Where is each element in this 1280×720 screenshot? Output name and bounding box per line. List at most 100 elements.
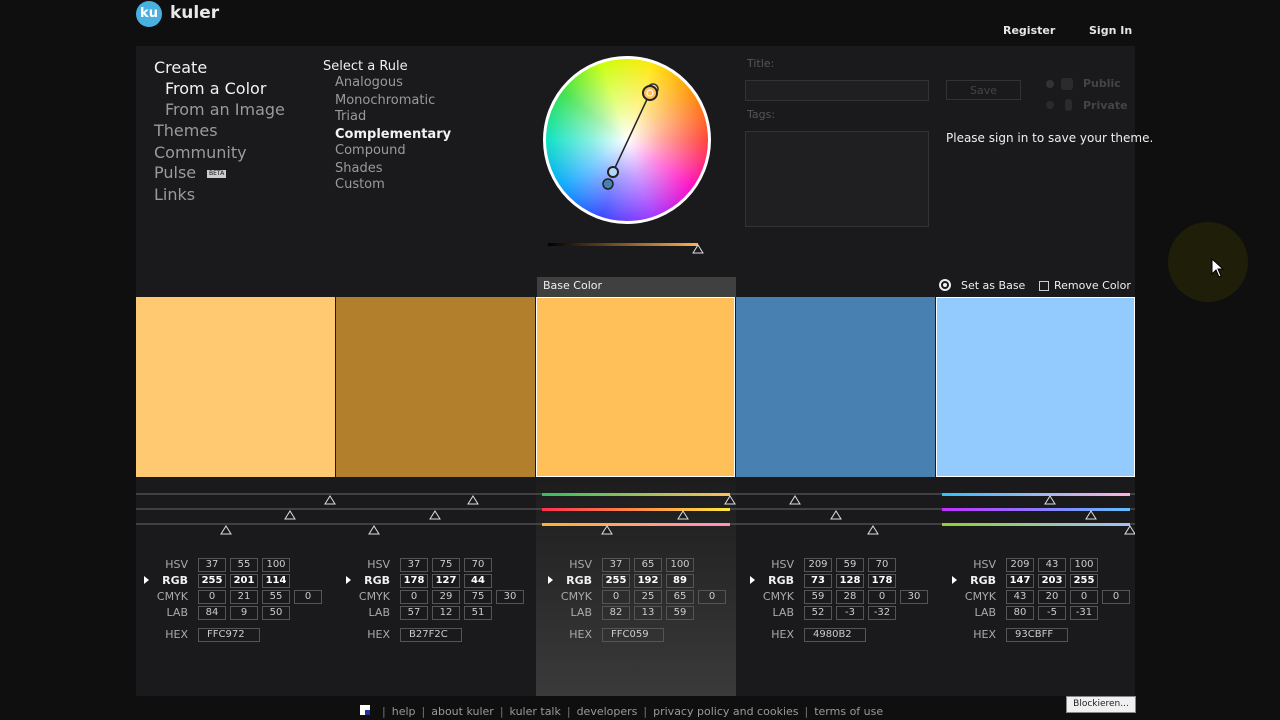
- set-as-base-button[interactable]: Set as Base: [961, 279, 1025, 292]
- lab-l-field[interactable]: 52: [804, 606, 832, 620]
- cmyk-y-field[interactable]: 55: [262, 590, 290, 604]
- hex-field[interactable]: FFC972: [198, 628, 260, 642]
- cmyk-m-field[interactable]: 25: [634, 590, 662, 604]
- lab-l-field[interactable]: 80: [1006, 606, 1034, 620]
- rgb-b-field[interactable]: 89: [666, 574, 694, 588]
- save-button[interactable]: Save: [946, 80, 1021, 100]
- hsv-h-field[interactable]: 209: [804, 558, 832, 572]
- slider-handle-5a[interactable]: [1044, 495, 1056, 505]
- lab-a-field[interactable]: 13: [634, 606, 662, 620]
- rule-triad[interactable]: Triad: [335, 109, 366, 124]
- kuler-logo-text[interactable]: kuler: [170, 3, 219, 23]
- slider-handle-1b[interactable]: [284, 510, 296, 520]
- rgb-r-field[interactable]: 73: [804, 574, 832, 588]
- cmyk-k-field[interactable]: 0: [698, 590, 726, 604]
- hsv-v-field[interactable]: 70: [464, 558, 492, 572]
- cmyk-m-field[interactable]: 21: [230, 590, 258, 604]
- base-slider-r[interactable]: [542, 493, 730, 496]
- lab-b-field[interactable]: 51: [464, 606, 492, 620]
- hsv-s-field[interactable]: 43: [1038, 558, 1066, 572]
- rule-shades[interactable]: Shades: [335, 161, 382, 176]
- hex-field[interactable]: B27F2C: [400, 628, 462, 642]
- hsv-v-field[interactable]: 100: [666, 558, 694, 572]
- cmyk-c-field[interactable]: 0: [400, 590, 428, 604]
- nav-themes[interactable]: Themes: [154, 121, 218, 140]
- rgb-b-field[interactable]: 114: [262, 574, 290, 588]
- hsv-v-field[interactable]: 100: [1070, 558, 1098, 572]
- swatch5-slider-b[interactable]: [942, 523, 1130, 526]
- rgb-g-field[interactable]: 127: [432, 574, 460, 588]
- color-swatch-4[interactable]: [736, 297, 935, 477]
- rgb-b-field[interactable]: 255: [1070, 574, 1098, 588]
- slider-handle-1c[interactable]: [220, 525, 232, 535]
- footer-link-kuler-talk[interactable]: kuler talk: [510, 705, 561, 718]
- color-swatch-3-base[interactable]: [536, 297, 735, 477]
- rgb-r-field[interactable]: 255: [198, 574, 226, 588]
- lab-a-field[interactable]: 12: [432, 606, 460, 620]
- cmyk-y-field[interactable]: 0: [1070, 590, 1098, 604]
- rule-compound[interactable]: Compound: [335, 143, 406, 158]
- swatch5-slider-g[interactable]: [942, 508, 1130, 511]
- hex-field[interactable]: 4980B2: [804, 628, 866, 642]
- rgb-g-field[interactable]: 192: [634, 574, 662, 588]
- lab-l-field[interactable]: 57: [400, 606, 428, 620]
- rule-complementary[interactable]: Complementary: [335, 127, 451, 142]
- rule-analogous[interactable]: Analogous: [335, 75, 403, 90]
- nav-links[interactable]: Links: [154, 185, 195, 204]
- hex-field[interactable]: 93CBFF: [1006, 628, 1068, 642]
- base-slider-g[interactable]: [542, 508, 730, 511]
- wheel-marker-4[interactable]: [602, 178, 614, 190]
- cmyk-m-field[interactable]: 28: [836, 590, 864, 604]
- sign-in-link[interactable]: Sign In: [1089, 24, 1132, 37]
- lab-b-field[interactable]: 59: [666, 606, 694, 620]
- slider-handle-3b[interactable]: [677, 510, 689, 520]
- hsv-s-field[interactable]: 55: [230, 558, 258, 572]
- tags-textarea[interactable]: [745, 131, 929, 227]
- slider-handle-3c[interactable]: [601, 525, 613, 535]
- wheel-marker-3[interactable]: [607, 166, 619, 178]
- footer-logo-icon[interactable]: [360, 705, 370, 715]
- lab-l-field[interactable]: 82: [602, 606, 630, 620]
- nav-from-an-image[interactable]: From an Image: [165, 100, 285, 119]
- rgb-g-field[interactable]: 203: [1038, 574, 1066, 588]
- kuler-logo-badge[interactable]: ku: [136, 1, 162, 27]
- nav-community[interactable]: Community: [154, 143, 247, 162]
- slider-handle-4a[interactable]: [789, 495, 801, 505]
- hsv-s-field[interactable]: 75: [432, 558, 460, 572]
- nav-from-a-color[interactable]: From a Color: [165, 79, 266, 98]
- hsv-v-field[interactable]: 70: [868, 558, 896, 572]
- color-swatch-2[interactable]: [336, 297, 535, 477]
- rgb-b-field[interactable]: 44: [464, 574, 492, 588]
- rgb-r-field[interactable]: 147: [1006, 574, 1034, 588]
- hex-field[interactable]: FFC059: [602, 628, 664, 642]
- lab-a-field[interactable]: -3: [836, 606, 864, 620]
- lab-b-field[interactable]: 50: [262, 606, 290, 620]
- nav-pulse[interactable]: Pulse: [154, 163, 196, 182]
- slider-handle-5b[interactable]: [1085, 510, 1097, 520]
- remove-color-button[interactable]: Remove Color: [1054, 279, 1131, 292]
- rgb-r-field[interactable]: 255: [602, 574, 630, 588]
- color-wheel-markers[interactable]: [543, 56, 711, 224]
- cmyk-k-field[interactable]: 0: [294, 590, 322, 604]
- cmyk-k-field[interactable]: 30: [496, 590, 524, 604]
- rgb-g-field[interactable]: 128: [836, 574, 864, 588]
- public-radio[interactable]: [1046, 80, 1054, 88]
- hsv-s-field[interactable]: 65: [634, 558, 662, 572]
- slider-handle-2c[interactable]: [368, 525, 380, 535]
- cmyk-c-field[interactable]: 0: [602, 590, 630, 604]
- cmyk-y-field[interactable]: 0: [868, 590, 896, 604]
- slider-handle-2a[interactable]: [467, 495, 479, 505]
- brightness-slider-track[interactable]: [548, 243, 698, 246]
- cmyk-c-field[interactable]: 59: [804, 590, 832, 604]
- cmyk-k-field[interactable]: 30: [900, 590, 928, 604]
- blockieren-button[interactable]: Blockieren...: [1066, 696, 1136, 713]
- footer-link-developers[interactable]: developers: [577, 705, 638, 718]
- hsv-v-field[interactable]: 100: [262, 558, 290, 572]
- brightness-slider-handle[interactable]: [692, 244, 704, 254]
- slider-handle-4c[interactable]: [867, 525, 879, 535]
- lab-b-field[interactable]: -32: [868, 606, 896, 620]
- register-link[interactable]: Register: [1003, 24, 1055, 37]
- cmyk-k-field[interactable]: 0: [1102, 590, 1130, 604]
- hsv-h-field[interactable]: 37: [400, 558, 428, 572]
- lab-a-field[interactable]: 9: [230, 606, 258, 620]
